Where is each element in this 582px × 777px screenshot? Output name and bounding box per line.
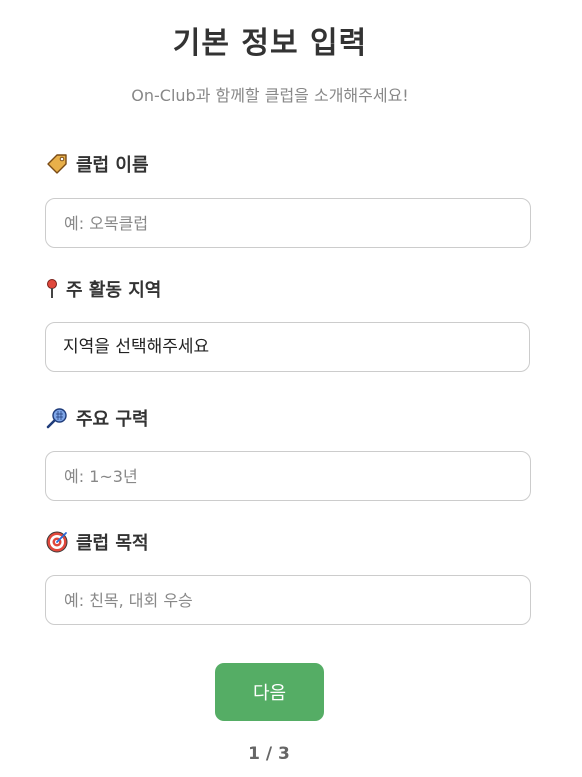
region-label: 주 활동 지역 xyxy=(66,280,162,301)
club-name-label-row: 클럽 이름 xyxy=(46,151,149,177)
next-button[interactable]: 다음 xyxy=(215,663,324,721)
pin-icon xyxy=(46,278,58,300)
purpose-label: 클럽 목적 xyxy=(76,533,149,554)
purpose-label-row: 클럽 목적 xyxy=(46,529,149,555)
experience-input[interactable] xyxy=(45,451,531,501)
racket-icon xyxy=(46,407,68,429)
experience-label: 주요 구력 xyxy=(76,409,149,430)
region-select[interactable]: 지역을 선택해주세요 xyxy=(45,322,530,372)
club-name-label: 클럽 이름 xyxy=(76,155,149,176)
experience-label-row: 주요 구력 xyxy=(46,405,149,431)
page: 기본 정보 입력 On-Club과 함께할 클럽을 소개해주세요! 클럽 이름 … xyxy=(0,0,582,777)
club-name-input[interactable] xyxy=(45,198,531,248)
tag-icon xyxy=(46,153,68,175)
step-indicator: 1 / 3 xyxy=(248,744,290,764)
region-label-row: 주 활동 지역 xyxy=(46,276,161,302)
page-subtitle: On-Club과 함께할 클럽을 소개해주세요! xyxy=(131,86,409,105)
purpose-input[interactable] xyxy=(45,575,531,625)
page-title: 기본 정보 입력 xyxy=(172,26,368,61)
target-icon xyxy=(46,531,68,553)
